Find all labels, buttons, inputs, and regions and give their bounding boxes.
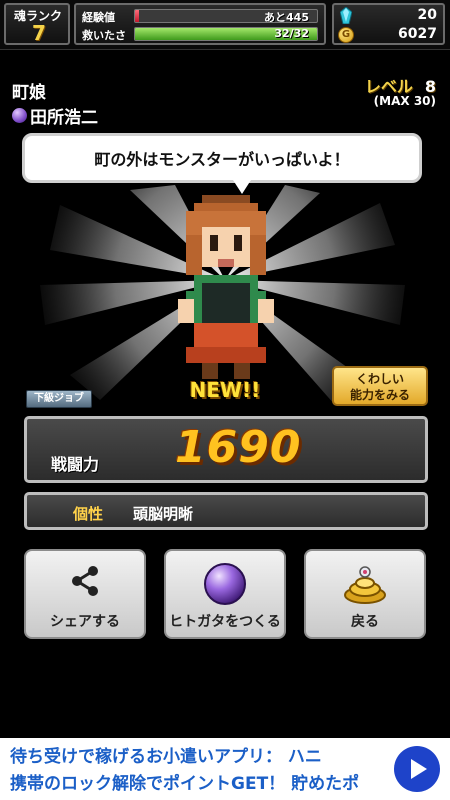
- details-button-line1: くわしい: [355, 372, 404, 386]
- soul-orb-icon: [204, 563, 246, 605]
- rescue-value: 32/32: [274, 27, 309, 40]
- exp-remaining: あと445: [264, 11, 309, 23]
- trait-label: 個性: [73, 505, 104, 523]
- share-button-label: シェアする: [50, 614, 120, 630]
- trait-panel: 個性 頭脳明晰: [24, 492, 428, 530]
- rescue-bar: 32/32: [134, 27, 318, 41]
- owner-name-row: 田所浩二: [12, 103, 98, 128]
- ad-banner[interactable]: 待ち受けで稼げるお小遣いアプリ： ハニ 携帯のロック解除でポイントGET！ 貯め…: [0, 738, 450, 800]
- currency-panel: 20 G 6027: [332, 3, 445, 45]
- character-sprite: [178, 195, 274, 379]
- create-hitogata-label: ヒトガタをつくる: [169, 614, 281, 630]
- exp-label: 経験値: [82, 11, 115, 24]
- back-button-label: 戻る: [351, 614, 379, 630]
- job-name: 町娘: [12, 83, 46, 103]
- gold-pile-icon: [344, 566, 386, 604]
- status-bar: 魂ランク 7 経験値 あと445 救いたさ 32/32 20 G 6027: [0, 0, 450, 50]
- combat-power-panel: 戦闘力 1690: [24, 416, 428, 483]
- create-hitogata-button[interactable]: ヒトガタをつくる: [164, 549, 286, 639]
- gem-count: 20: [417, 7, 437, 23]
- ad-line-2[interactable]: 携帯のロック解除でポイントGET！ 貯めたポ: [10, 769, 380, 794]
- exp-bar-fill: [135, 10, 139, 22]
- ad-play-icon[interactable]: [394, 746, 440, 792]
- details-button-line2: 能力をみる: [349, 388, 410, 402]
- gem-icon: [340, 7, 352, 24]
- share-icon: [72, 566, 98, 596]
- combat-power-label: 戦闘力: [51, 455, 100, 474]
- soul-rank-value: 7: [32, 21, 46, 45]
- level-max: (MAX 30): [373, 94, 436, 108]
- speech-text: 町の外はモンスターがいっぱいよ！: [94, 150, 350, 169]
- trait-value: 頭脳明晰: [133, 505, 194, 523]
- progress-panel: 経験値 あと445 救いたさ 32/32: [74, 3, 326, 45]
- gold-coin-icon: G: [338, 27, 354, 43]
- details-button[interactable]: くわしい 能力をみる: [332, 366, 428, 406]
- ad-line-1[interactable]: 待ち受けで稼げるお小遣いアプリ： ハニ: [10, 742, 380, 767]
- share-button[interactable]: シェアする: [24, 549, 146, 639]
- combat-power-value: 1690: [175, 422, 302, 473]
- owner-name: 田所浩二: [30, 108, 98, 128]
- speech-bubble: 町の外はモンスターがいっぱいよ！: [22, 133, 422, 194]
- gold-count: 6027: [398, 26, 437, 42]
- back-button[interactable]: 戻る: [304, 549, 426, 639]
- soul-rank-panel: 魂ランク 7: [4, 3, 70, 45]
- job-rank-tag: 下級ジョブ: [26, 390, 92, 408]
- exp-bar: あと445: [134, 9, 318, 23]
- soul-orb-icon: [12, 108, 27, 123]
- rescue-label: 救いたさ: [82, 29, 126, 42]
